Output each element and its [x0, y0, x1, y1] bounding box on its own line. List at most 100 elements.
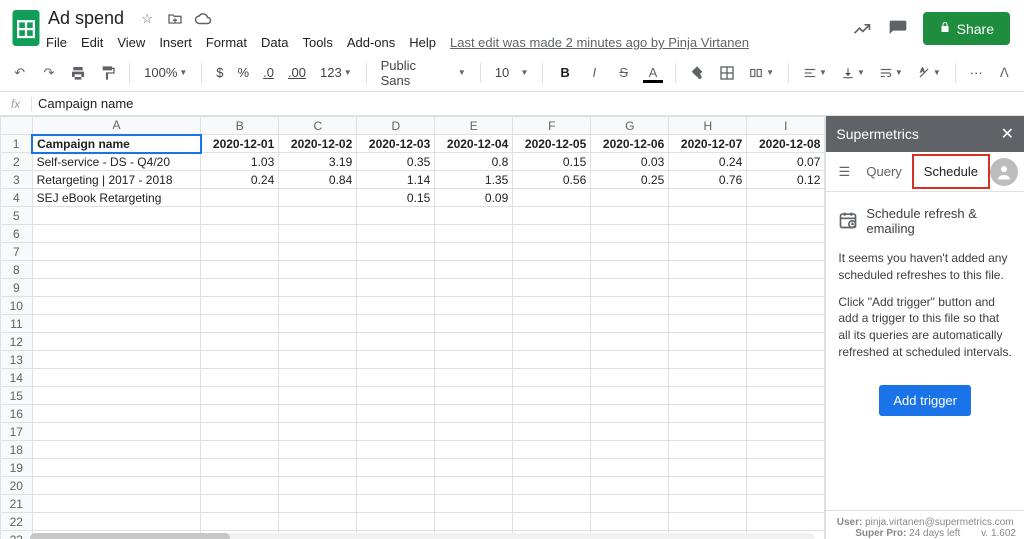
cell[interactable]: 0.15 — [513, 153, 591, 171]
cell[interactable] — [201, 279, 279, 297]
cell[interactable] — [435, 207, 513, 225]
sheets-logo[interactable] — [8, 6, 44, 50]
menu-file[interactable]: File — [46, 35, 67, 50]
cell[interactable] — [435, 225, 513, 243]
cell[interactable] — [279, 441, 357, 459]
cell[interactable] — [357, 261, 435, 279]
cell[interactable] — [513, 189, 591, 207]
cell[interactable] — [357, 351, 435, 369]
menu-view[interactable]: View — [117, 35, 145, 50]
cell[interactable] — [279, 459, 357, 477]
cell[interactable] — [279, 189, 357, 207]
cell[interactable] — [747, 243, 825, 261]
cell[interactable] — [435, 513, 513, 531]
cell[interactable] — [669, 477, 747, 495]
cell[interactable] — [279, 261, 357, 279]
menu-tools[interactable]: Tools — [302, 35, 332, 50]
cell[interactable] — [747, 459, 825, 477]
cell[interactable] — [513, 405, 591, 423]
cell[interactable] — [747, 315, 825, 333]
cell[interactable] — [32, 405, 201, 423]
cell[interactable] — [513, 207, 591, 225]
cell[interactable] — [591, 261, 669, 279]
formula-input[interactable]: Campaign name — [32, 96, 1024, 111]
cell[interactable] — [201, 261, 279, 279]
cell[interactable]: 0.15 — [357, 189, 435, 207]
cell[interactable] — [669, 369, 747, 387]
cell[interactable] — [32, 477, 201, 495]
cell[interactable] — [32, 207, 201, 225]
cell[interactable] — [279, 477, 357, 495]
cell[interactable] — [32, 369, 201, 387]
cell[interactable] — [513, 513, 591, 531]
cell[interactable] — [279, 297, 357, 315]
cell[interactable] — [279, 351, 357, 369]
row-header[interactable]: 10 — [1, 297, 33, 315]
cell[interactable] — [357, 405, 435, 423]
cell[interactable] — [279, 315, 357, 333]
cell[interactable] — [357, 243, 435, 261]
cell[interactable] — [435, 459, 513, 477]
zoom-select[interactable]: 100%▼ — [140, 65, 191, 80]
cell[interactable] — [32, 459, 201, 477]
cell[interactable] — [669, 513, 747, 531]
cell[interactable]: 0.03 — [591, 153, 669, 171]
menu-addons[interactable]: Add-ons — [347, 35, 395, 50]
borders-btn[interactable] — [715, 61, 738, 85]
cell[interactable] — [357, 423, 435, 441]
menu-data[interactable]: Data — [261, 35, 288, 50]
cell[interactable] — [279, 387, 357, 405]
print-icon[interactable] — [67, 61, 90, 85]
cell[interactable]: 0.07 — [747, 153, 825, 171]
cell[interactable] — [357, 279, 435, 297]
cell[interactable]: 0.56 — [513, 171, 591, 189]
cell[interactable] — [201, 477, 279, 495]
col-header[interactable]: H — [669, 117, 747, 135]
cell[interactable] — [669, 405, 747, 423]
activity-icon[interactable] — [851, 18, 873, 40]
cell[interactable] — [201, 423, 279, 441]
cell[interactable]: SEJ eBook Retargeting — [32, 189, 201, 207]
star-icon[interactable]: ☆ — [138, 10, 156, 28]
cell[interactable] — [435, 351, 513, 369]
cell[interactable] — [201, 369, 279, 387]
cell[interactable]: 2020-12-04 — [435, 135, 513, 153]
cell[interactable] — [279, 513, 357, 531]
cell[interactable] — [747, 441, 825, 459]
cell[interactable] — [435, 261, 513, 279]
undo-icon[interactable]: ↶ — [8, 61, 31, 85]
cell[interactable] — [513, 369, 591, 387]
cell[interactable] — [591, 495, 669, 513]
cell[interactable] — [279, 369, 357, 387]
cell[interactable]: 0.25 — [591, 171, 669, 189]
halign-btn[interactable]: ▼ — [799, 66, 831, 80]
comment-icon[interactable] — [887, 18, 909, 40]
horizontal-scrollbar[interactable] — [30, 533, 815, 539]
cell[interactable] — [747, 387, 825, 405]
redo-icon[interactable]: ↷ — [37, 61, 60, 85]
cell[interactable] — [32, 225, 201, 243]
spreadsheet-grid[interactable]: A B C D E F G H I 1Campaign name2020-12-… — [0, 116, 825, 539]
cell[interactable] — [591, 351, 669, 369]
cell[interactable] — [669, 495, 747, 513]
row-header[interactable]: 3 — [1, 171, 33, 189]
cell[interactable] — [201, 351, 279, 369]
decrease-decimal-btn[interactable]: .0 — [259, 65, 278, 80]
more-btn[interactable]: ··· — [966, 65, 987, 80]
cell[interactable] — [747, 207, 825, 225]
cell[interactable] — [201, 243, 279, 261]
cell[interactable]: 3.19 — [279, 153, 357, 171]
cell[interactable] — [747, 351, 825, 369]
col-header[interactable]: G — [591, 117, 669, 135]
cell[interactable] — [435, 333, 513, 351]
rotate-btn[interactable]: A▼ — [913, 66, 945, 80]
cell[interactable] — [201, 405, 279, 423]
cell[interactable]: 0.84 — [279, 171, 357, 189]
cell[interactable]: Self-service - DS - Q4/20 — [32, 153, 201, 171]
cell[interactable] — [32, 495, 201, 513]
row-header[interactable]: 18 — [1, 441, 33, 459]
cell[interactable]: Campaign name — [32, 135, 201, 153]
cell[interactable]: 0.24 — [669, 153, 747, 171]
cell[interactable] — [669, 423, 747, 441]
cell[interactable] — [201, 297, 279, 315]
